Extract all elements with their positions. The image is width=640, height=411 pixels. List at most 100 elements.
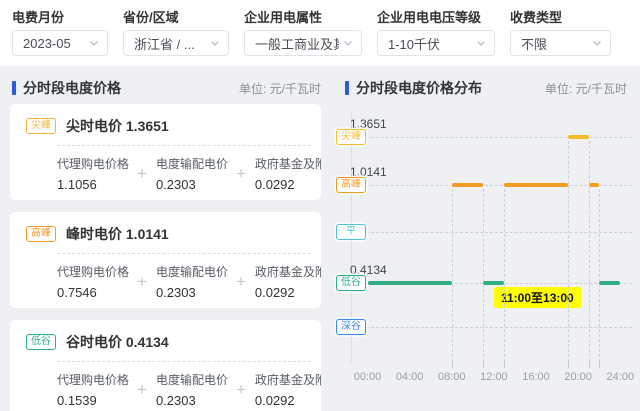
price-card-peak: 高峰 峰时电价 1.0141 代理购电价格 0.7546 + 电度输配电价 0.23…: [10, 212, 321, 308]
part-value: 0.2303: [156, 393, 234, 408]
boundary-gridline: [599, 189, 600, 362]
fee-type-select[interactable]: 不限: [510, 30, 611, 56]
chart-segment[interactable]: [599, 281, 620, 285]
filter-electricity-property: 企业用电属性 一般工商业及其他: [244, 8, 362, 66]
chart-segment[interactable]: [589, 183, 600, 187]
part-label: 电度输配电价: [156, 263, 234, 280]
right-panel-unit: 单位: 元/千瓦时: [545, 80, 627, 97]
price-card-valley: 低谷 谷时电价 0.4134 代理购电价格0.1539 + 电度输配电价0.23…: [10, 320, 321, 411]
price-card-sharp-peak: 尖峰 尖时电价 1.3651 代理购电价格 1.1056 + 电度输配电价 0.23…: [10, 104, 321, 200]
select-value: 浙江省 / ...: [134, 34, 206, 53]
filter-label: 企业用电属性: [244, 8, 362, 28]
price-distribution-chart: 11:00至13:00 1.3651尖峰1.0141高峰平0.4134低谷深谷0…: [335, 105, 640, 411]
x-axis-label: 24:00: [598, 371, 640, 383]
part-label: 政府基金及附加: [255, 263, 321, 280]
period-badge: 低谷: [26, 334, 56, 350]
filter-label: 省份/区域: [123, 8, 229, 28]
x-axis-label: 04:00: [388, 371, 432, 383]
axis-tick: [483, 362, 484, 368]
axis-tick: [589, 362, 590, 368]
filter-province-region: 省份/区域 浙江省 / ...: [123, 8, 229, 66]
part-label: 代理购电价格: [57, 263, 135, 280]
card-title: 谷时电价 0.4134: [66, 332, 169, 352]
part-label: 电度输配电价: [156, 155, 234, 172]
plus-sign: +: [236, 381, 246, 398]
electricity-property-select[interactable]: 一般工商业及其他: [244, 30, 362, 56]
filter-label: 电费月份: [12, 8, 108, 28]
plus-sign: +: [137, 165, 147, 182]
select-value: 不限: [521, 34, 588, 53]
part-label: 代理购电价格: [57, 155, 135, 172]
row-gridline: [351, 137, 632, 138]
dashed-divider: [57, 361, 311, 362]
plus-sign: +: [236, 165, 246, 182]
y-axis-badge: 低谷: [336, 275, 366, 291]
select-value: 一般工商业及其他: [255, 34, 339, 53]
filter-label: 企业用电电压等级: [377, 8, 495, 28]
x-axis-label: 12:00: [472, 371, 516, 383]
select-value: 1-10千伏: [388, 34, 472, 53]
boundary-gridline: [452, 189, 453, 362]
plus-sign: +: [137, 381, 147, 398]
chevron-down-icon: [341, 36, 355, 50]
filter-label: 收费类型: [510, 8, 611, 28]
filter-fee-type: 收费类型 不限: [510, 8, 611, 66]
part-value: 0.2303: [156, 177, 234, 192]
x-axis-label: 16:00: [514, 371, 558, 383]
province-region-select[interactable]: 浙江省 / ...: [123, 30, 229, 56]
right-panel-header: 分时段电度价格分布 单位: 元/千瓦时: [345, 79, 627, 97]
filter-billing-month: 电费月份 2023-05: [12, 8, 108, 66]
chart-segment[interactable]: [368, 281, 452, 285]
axis-tick: [504, 362, 505, 368]
filter-bar: 电费月份 2023-05 省份/区域 浙江省 / ... 企业用电属性 一般工商…: [0, 0, 640, 66]
chevron-down-icon: [590, 36, 604, 50]
row-gridline: [351, 327, 632, 328]
chart-segment[interactable]: [452, 183, 484, 187]
chevron-down-icon: [87, 36, 101, 50]
period-badge: 高峰: [26, 226, 56, 242]
filter-voltage-level: 企业用电电压等级 1-10千伏: [377, 8, 495, 66]
dashed-divider: [57, 145, 311, 146]
price-cards: 尖峰 尖时电价 1.3651 代理购电价格 1.1056 + 电度输配电价 0.23…: [10, 104, 321, 411]
boundary-gridline: [504, 189, 505, 362]
y-axis-badge: 平: [336, 224, 366, 240]
axis-tick: [452, 362, 453, 368]
part-label: 政府基金及附加: [255, 155, 321, 172]
row-gridline: [351, 232, 632, 233]
voltage-level-select[interactable]: 1-10千伏: [377, 30, 495, 56]
part-value: 0.1539: [57, 393, 135, 408]
axis-tick: [568, 362, 569, 368]
chevron-down-icon: [474, 36, 488, 50]
part-value: 0.0292: [255, 285, 321, 300]
part-label: 政府基金及附加: [255, 371, 321, 388]
card-title: 峰时电价 1.0141: [66, 224, 169, 244]
y-axis-badge: 尖峰: [336, 129, 366, 145]
period-badge: 尖峰: [26, 118, 56, 134]
billing-month-select[interactable]: 2023-05: [12, 30, 108, 56]
card-title: 尖时电价 1.3651: [66, 116, 169, 136]
chart-segment[interactable]: [483, 281, 504, 285]
part-value: 0.0292: [255, 393, 321, 408]
y-axis-badge: 深谷: [336, 319, 366, 335]
plus-sign: +: [236, 273, 246, 290]
dashed-divider: [57, 253, 311, 254]
part-value: 0.7546: [57, 285, 135, 300]
part-value: 0.0292: [255, 177, 321, 192]
chart-segment[interactable]: [568, 135, 589, 139]
part-label: 代理购电价格: [57, 371, 135, 388]
part-value: 0.2303: [156, 285, 234, 300]
x-axis-label: 20:00: [556, 371, 600, 383]
left-panel-header: 分时段电度价格 单位: 元/千瓦时: [12, 79, 321, 97]
chart-segment[interactable]: [504, 183, 567, 187]
chevron-down-icon: [208, 36, 222, 50]
y-axis-badge: 高峰: [336, 177, 366, 193]
x-axis-label: 00:00: [346, 371, 390, 383]
boundary-gridline: [483, 189, 484, 362]
axis-tick: [599, 362, 600, 368]
boundary-gridline: [568, 141, 569, 362]
section-marker: [345, 81, 349, 95]
right-panel-title: 分时段电度价格分布: [356, 78, 482, 98]
boundary-gridline: [589, 141, 590, 362]
select-value: 2023-05: [23, 36, 85, 51]
part-value: 1.1056: [57, 177, 135, 192]
